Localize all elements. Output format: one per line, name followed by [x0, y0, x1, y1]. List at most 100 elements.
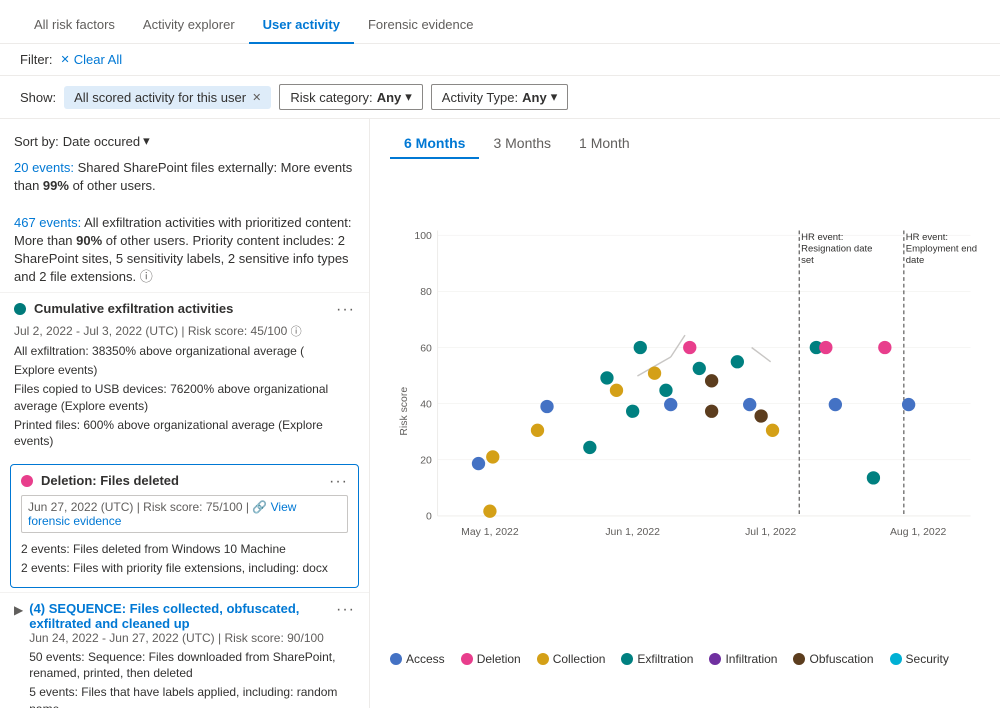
svg-text:May 1, 2022: May 1, 2022 [461, 527, 519, 538]
activity-type-label: Activity Type: [442, 90, 518, 105]
activity-detail: 2 events: Files with priority file exten… [21, 560, 348, 577]
svg-text:Risk score: Risk score [399, 387, 410, 436]
tab-all-risk-factors[interactable]: All risk factors [20, 7, 129, 44]
legend-item-obfuscation: Obfuscation [793, 652, 873, 666]
legend-item-access: Access [390, 652, 445, 666]
chevron-down-icon: ▾ [143, 133, 150, 149]
more-options-button[interactable]: ··· [336, 601, 355, 619]
sort-value[interactable]: Date occured ▾ [63, 133, 150, 149]
legend-item-exfiltration: Exfiltration [621, 652, 693, 666]
security-label: Security [906, 652, 949, 666]
svg-text:80: 80 [420, 287, 432, 298]
clear-all-label: Clear All [74, 52, 122, 67]
info-icon: ⓘ [140, 269, 153, 284]
pink-dot [21, 475, 33, 487]
activity-detail: 2 events: Files deleted from Windows 10 … [21, 541, 348, 558]
activity-detail: 5 events: Files that have labels applied… [29, 684, 355, 708]
activity-title-cumulative: Cumulative exfiltration activities [34, 301, 328, 316]
top-nav: All risk factors Activity explorer User … [0, 0, 1000, 44]
event-link-2[interactable]: 467 events: [14, 215, 81, 230]
chevron-down-icon: ▾ [551, 89, 558, 105]
access-label: Access [406, 652, 445, 666]
exfiltration-label: Exfiltration [637, 652, 693, 666]
activity-detail: Explore events) [14, 362, 355, 379]
clear-all-button[interactable]: ✕ Clear All [61, 52, 123, 67]
time-tab-6months[interactable]: 6 Months [390, 129, 479, 159]
activity-title-sequence[interactable]: (4) SEQUENCE: Files collected, obfuscate… [29, 601, 330, 631]
security-dot [890, 653, 902, 665]
sort-label: Sort by: [14, 134, 59, 149]
activity-detail: Printed files: 600% above organizational… [14, 417, 355, 451]
seq-events-link-1[interactable]: 50 events: [29, 650, 84, 664]
activity-item-deletion: Deletion: Files deleted ··· Jun 27, 2022… [10, 464, 359, 588]
activity-detail: 50 events: Sequence: Files downloaded fr… [29, 649, 355, 683]
explore-link-2[interactable]: Explore events) [65, 399, 148, 413]
exfiltration-dot [621, 653, 633, 665]
explore-link-1[interactable]: Explore events) [14, 363, 97, 377]
collection-dot [537, 653, 549, 665]
deletion-label: Deletion [477, 652, 521, 666]
close-pill-icon[interactable]: ✕ [252, 91, 261, 104]
svg-text:Jun 1, 2022: Jun 1, 2022 [605, 527, 660, 538]
obfuscation-dot [793, 653, 805, 665]
activity-meta-sequence: Jun 24, 2022 - Jun 27, 2022 (UTC) | Risk… [29, 631, 355, 645]
svg-text:20: 20 [420, 456, 432, 467]
activity-detail: All exfiltration: 38350% above organizat… [14, 343, 355, 360]
forensic-evidence-link[interactable]: 🔗 View forensic evidence [28, 500, 296, 528]
svg-text:Resignation date: Resignation date [801, 243, 872, 254]
event-link-1[interactable]: 20 events: [14, 160, 74, 175]
right-panel: 6 Months 3 Months 1 Month Risk score [370, 119, 1000, 708]
events-link-del-1[interactable]: 2 events: [21, 542, 70, 556]
time-tab-1month[interactable]: 1 Month [565, 129, 644, 159]
chart-legend: Access Deletion Collection Exfiltration … [390, 652, 980, 666]
teal-dot [14, 303, 26, 315]
show-bar: Show: All scored activity for this user … [0, 76, 1000, 119]
more-options-button[interactable]: ··· [329, 473, 348, 491]
infiltration-label: Infiltration [725, 652, 777, 666]
tab-forensic-evidence[interactable]: Forensic evidence [354, 7, 488, 44]
main-content: Sort by: Date occured ▾ 20 events: Share… [0, 119, 1000, 708]
activity-item-cumulative: Cumulative exfiltration activities ··· J… [0, 292, 369, 460]
legend-item-infiltration: Infiltration [709, 652, 777, 666]
risk-category-label: Risk category: [290, 90, 372, 105]
filter-bar: Filter: ✕ Clear All [0, 44, 1000, 76]
seq-events-link-2[interactable]: 5 events: [29, 685, 78, 699]
sort-bar: Sort by: Date occured ▾ [0, 127, 369, 155]
svg-text:0: 0 [426, 512, 432, 523]
scatter-chart: Risk score 0 20 40 60 8 [390, 167, 980, 646]
svg-text:100: 100 [414, 231, 432, 242]
risk-category-dropdown[interactable]: Risk category: Any ▾ [279, 84, 422, 110]
more-options-button[interactable]: ··· [336, 301, 355, 319]
time-tabs: 6 Months 3 Months 1 Month [390, 129, 980, 159]
collection-label: Collection [553, 652, 606, 666]
activity-type-dropdown[interactable]: Activity Type: Any ▾ [431, 84, 568, 110]
svg-text:40: 40 [420, 399, 432, 410]
activity-title-deletion: Deletion: Files deleted [41, 473, 321, 488]
tab-activity-explorer[interactable]: Activity explorer [129, 7, 249, 44]
svg-text:Jul 1, 2022: Jul 1, 2022 [745, 527, 796, 538]
time-tab-3months[interactable]: 3 Months [479, 129, 565, 159]
svg-text:HR event:: HR event: [906, 232, 948, 243]
svg-text:date: date [906, 255, 925, 266]
svg-text:60: 60 [420, 343, 432, 354]
legend-item-security: Security [890, 652, 949, 666]
show-value: All scored activity for this user [74, 90, 246, 105]
events-link-del-2[interactable]: 2 events: [21, 561, 70, 575]
show-pill[interactable]: All scored activity for this user ✕ [64, 86, 271, 109]
svg-text:HR event:: HR event: [801, 232, 843, 243]
activity-detail: Files copied to USB devices: 76200% abov… [14, 381, 355, 415]
explore-link-3[interactable]: Explore events) [14, 418, 323, 449]
chevron-down-icon: ▾ [405, 89, 412, 105]
info-icon: ⓘ [291, 326, 302, 338]
tab-user-activity[interactable]: User activity [249, 7, 354, 44]
show-prefix: Show: [20, 90, 56, 105]
access-dot [390, 653, 402, 665]
legend-item-deletion: Deletion [461, 652, 521, 666]
left-panel: Sort by: Date occured ▾ 20 events: Share… [0, 119, 370, 708]
activity-item-sequence: ▶ (4) SEQUENCE: Files collected, obfusca… [0, 592, 369, 708]
close-icon: ✕ [61, 53, 70, 66]
svg-text:set: set [801, 255, 814, 266]
activity-meta-deletion: Jun 27, 2022 (UTC) | Risk score: 75/100 … [21, 495, 348, 533]
filter-label: Filter: [20, 52, 53, 67]
chart-area: Risk score 0 20 40 60 8 [390, 167, 980, 646]
